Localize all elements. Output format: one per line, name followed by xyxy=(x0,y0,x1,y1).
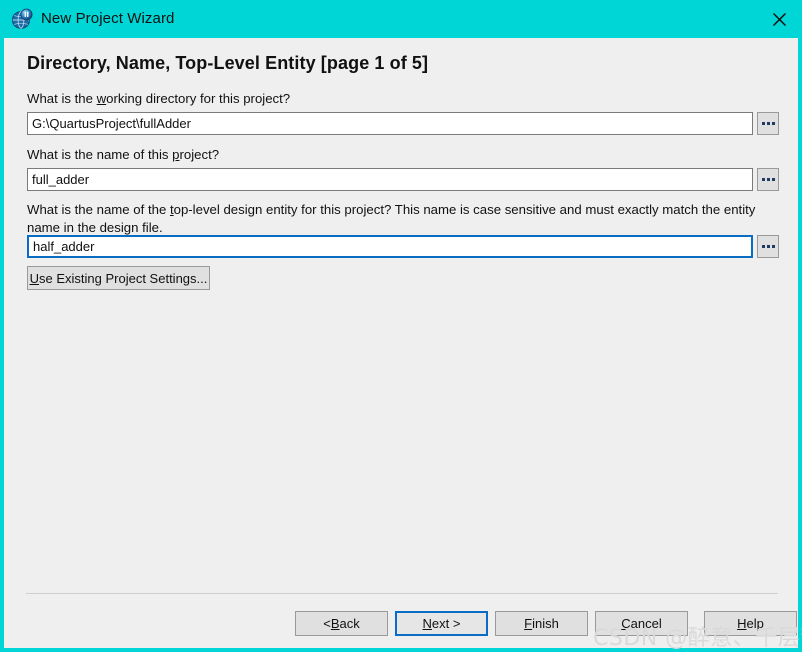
help-button-suffix: elp xyxy=(746,616,764,631)
working-directory-label-accel: w xyxy=(96,91,107,106)
working-directory-input[interactable] xyxy=(27,112,753,135)
cancel-button-accel: C xyxy=(621,616,631,631)
new-project-wizard-window: New Project Wizard Directory, Name, Top-… xyxy=(0,0,802,652)
footer-divider xyxy=(26,593,778,594)
use-existing-accel: U xyxy=(29,270,40,286)
working-directory-label: What is the working directory for this p… xyxy=(27,90,290,108)
use-existing-label: se Existing Project Settings... xyxy=(39,270,208,286)
browse-working-directory-button[interactable] xyxy=(757,112,779,135)
ellipsis-dot-icon xyxy=(766,178,770,181)
top-level-entity-label: What is the name of the top-level design… xyxy=(27,201,783,237)
top-level-entity-input[interactable] xyxy=(27,235,753,258)
page-title: Directory, Name, Top-Level Entity [page … xyxy=(27,53,429,73)
title-bar: New Project Wizard xyxy=(0,0,802,38)
top-level-entity-label-pre: What is the name of the xyxy=(27,202,170,217)
cancel-button-suffix: ancel xyxy=(630,616,662,631)
project-name-label-pre: What is the name of this xyxy=(27,147,173,162)
cancel-button[interactable]: Cancel xyxy=(595,611,688,636)
ellipsis-dot-icon xyxy=(771,178,775,181)
next-button[interactable]: Next > xyxy=(395,611,488,636)
next-button-suffix: ext > xyxy=(431,616,461,631)
help-button[interactable]: Help xyxy=(704,611,797,636)
dialog-client-area: Directory, Name, Top-Level Entity [page … xyxy=(4,38,802,651)
finish-button-suffix: inish xyxy=(532,616,559,631)
use-existing-project-settings-button[interactable]: Use Existing Project Settings... xyxy=(27,266,210,290)
back-button[interactable]: < Back xyxy=(295,611,388,636)
window-title: New Project Wizard xyxy=(41,10,175,27)
ellipsis-dot-icon xyxy=(766,245,770,248)
project-name-input[interactable] xyxy=(27,168,753,191)
project-name-label-post: roject? xyxy=(179,147,220,162)
close-icon[interactable] xyxy=(756,0,802,38)
back-button-prefix: < xyxy=(323,616,331,631)
finish-button[interactable]: Finish xyxy=(495,611,588,636)
ellipsis-dot-icon xyxy=(761,178,765,181)
help-button-accel: H xyxy=(737,616,747,631)
ellipsis-dot-icon xyxy=(771,245,775,248)
browse-top-level-entity-button[interactable] xyxy=(757,235,779,258)
back-button-accel: B xyxy=(330,616,340,631)
ellipsis-dot-icon xyxy=(761,122,765,125)
quartus-logo-icon xyxy=(11,8,34,30)
project-name-label: What is the name of this project? xyxy=(27,146,219,164)
working-directory-label-pre: What is the xyxy=(27,91,97,106)
ellipsis-dot-icon xyxy=(771,122,775,125)
ellipsis-dot-icon xyxy=(761,245,765,248)
next-button-accel: N xyxy=(422,616,432,631)
finish-button-accel: F xyxy=(524,616,533,631)
browse-project-name-button[interactable] xyxy=(757,168,779,191)
working-directory-label-post: orking directory for this project? xyxy=(106,91,291,106)
back-button-suffix: ack xyxy=(339,616,360,631)
ellipsis-dot-icon xyxy=(766,122,770,125)
